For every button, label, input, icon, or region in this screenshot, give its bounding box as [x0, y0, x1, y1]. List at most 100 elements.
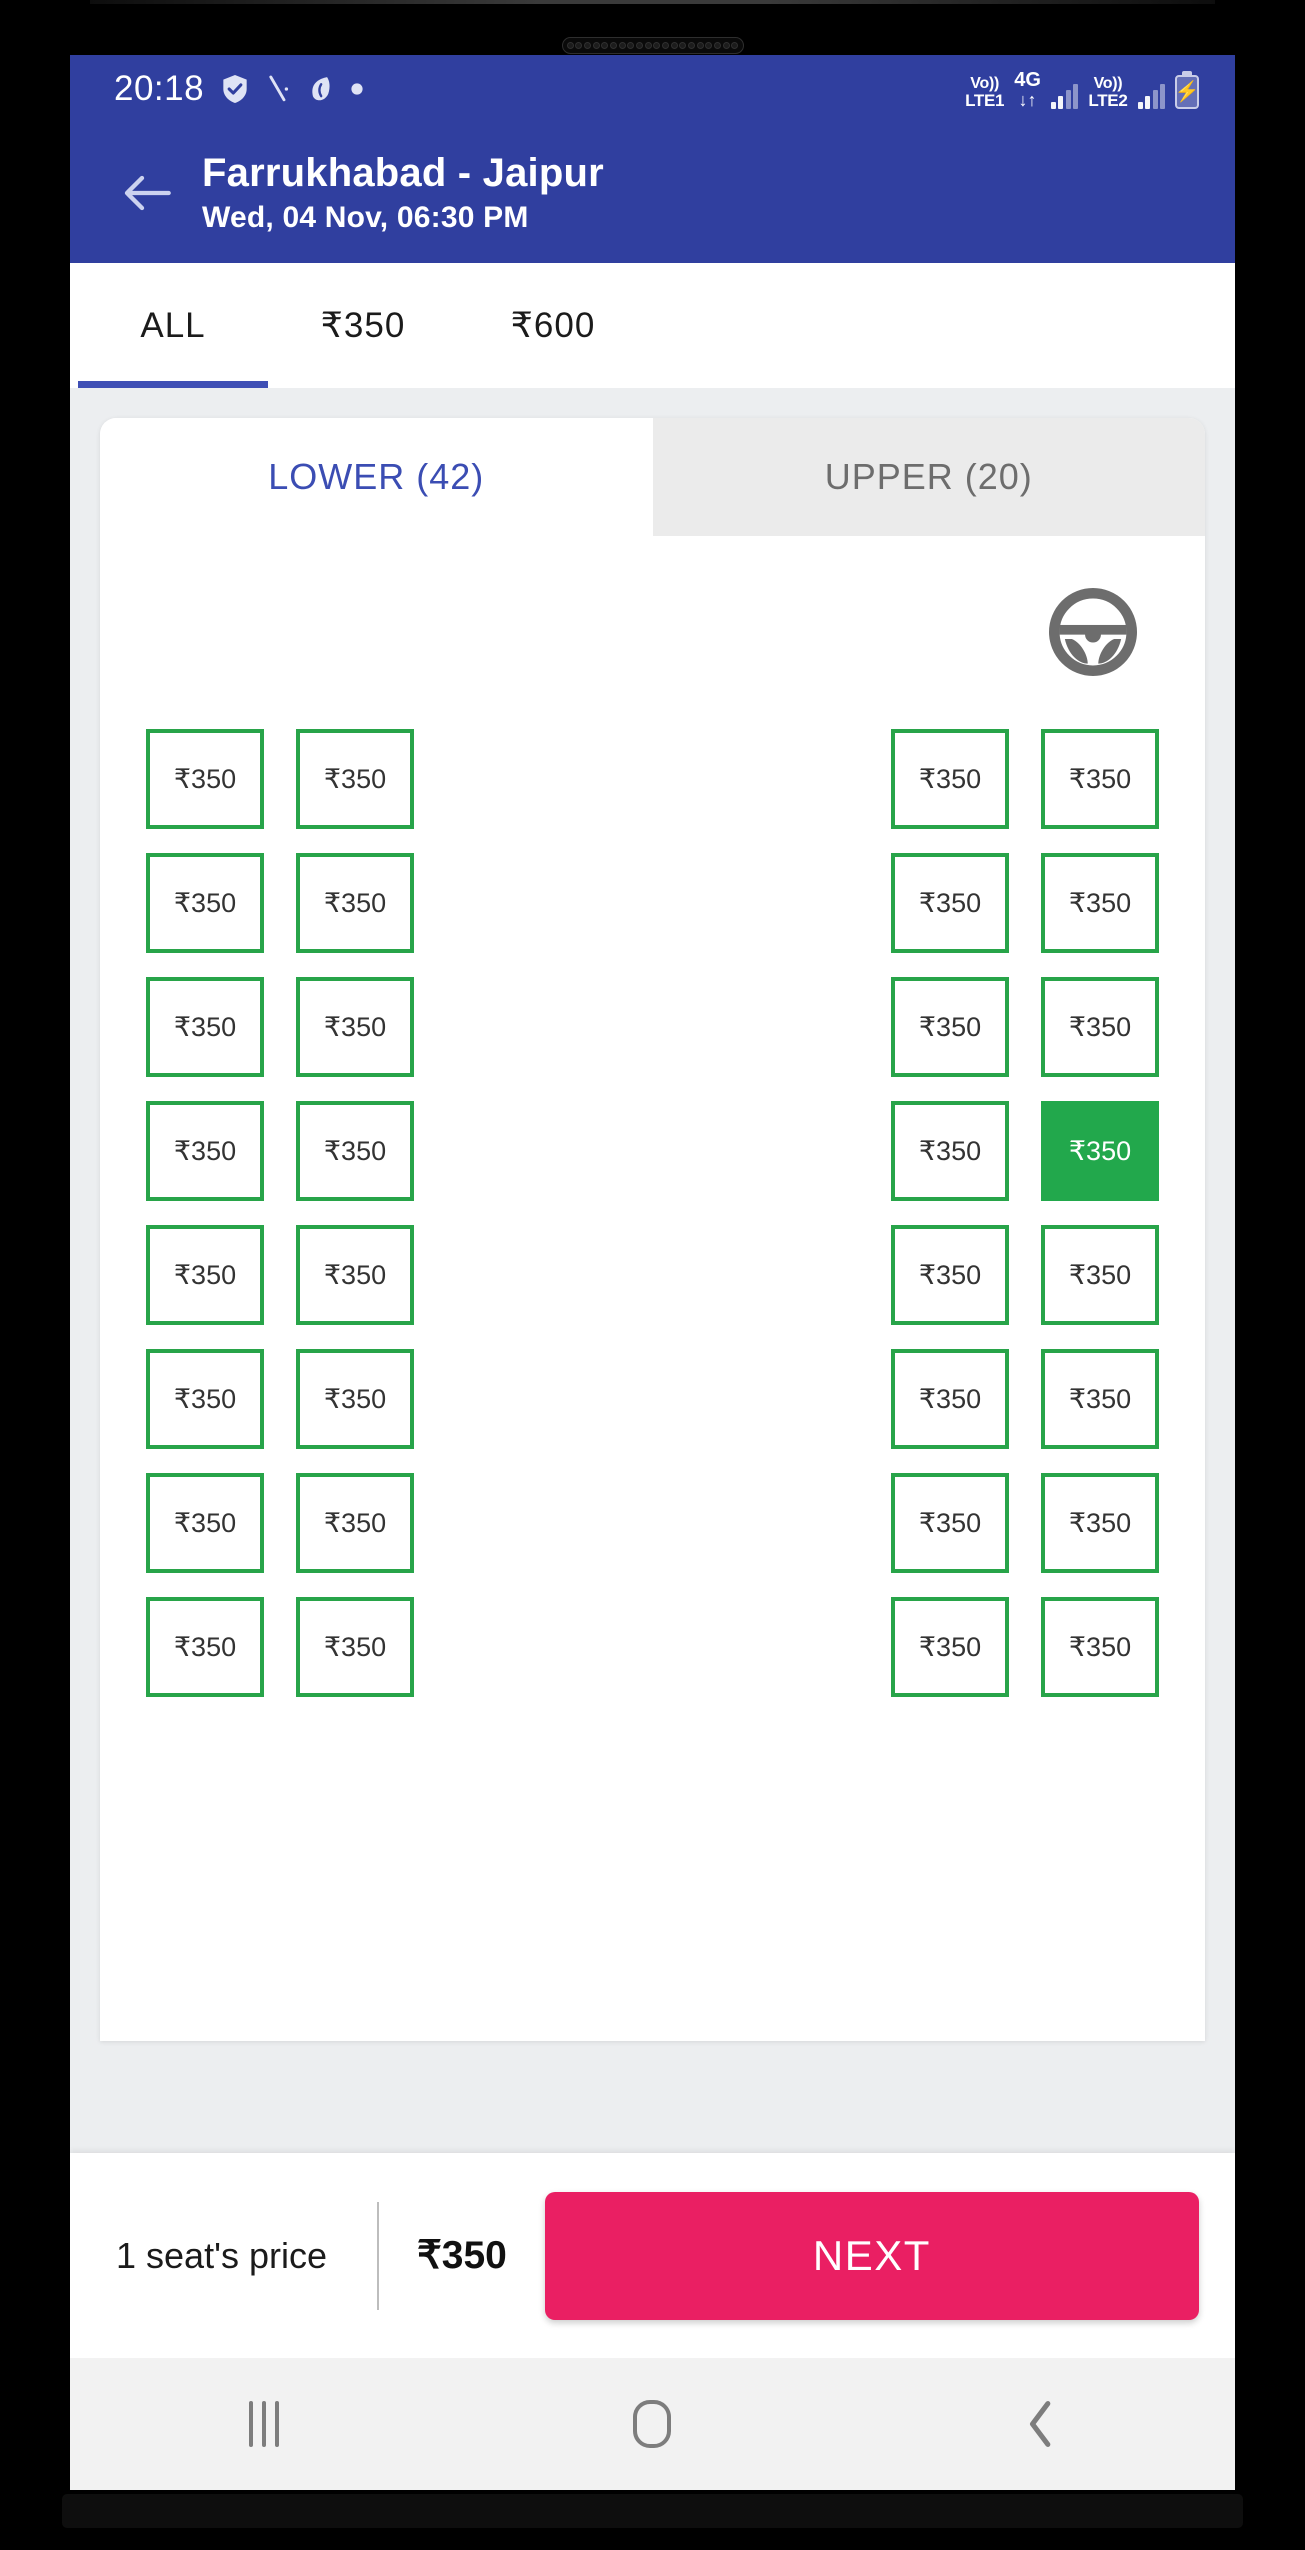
seat-column-group-right: ₹350 ₹350 — [891, 1597, 1159, 1697]
page-title: Farrukhabad - Jaipur — [202, 150, 604, 195]
status-bar-left-group: 20:18 — [114, 69, 364, 109]
seat-available[interactable]: ₹350 — [891, 977, 1009, 1077]
back-arrow-icon — [124, 175, 171, 211]
dot-icon — [351, 83, 363, 95]
deck-layout: ₹350 ₹350 ₹350 ₹350 ₹350 ₹350 ₹350 ₹350 ₹350 ₹350… — [100, 536, 1205, 2041]
seat-available[interactable]: ₹350 — [296, 729, 414, 829]
seat-available[interactable]: ₹350 — [146, 1225, 264, 1325]
back-chevron-icon — [1029, 2401, 1051, 2447]
seat-available[interactable]: ₹350 — [891, 1473, 1009, 1573]
fare-filter-tabs: ALL ₹350 ₹600 — [70, 263, 1235, 388]
seat-available[interactable]: ₹350 — [1041, 1349, 1159, 1449]
seat-available[interactable]: ₹350 — [891, 1349, 1009, 1449]
earpiece-speaker-grille — [561, 37, 744, 54]
phone-screen: 20:18 Vo)) LTE1 4G ↓↑ Vo)) LTE2 ⚡ Farruk… — [70, 55, 1235, 2490]
data-transfer-arrows-icon: ↓↑ — [1018, 89, 1037, 110]
seat-count-label: 1 seat's price — [116, 2234, 327, 2276]
seat-column-group-right: ₹350 ₹350 — [891, 977, 1159, 1077]
sim2-volte-line1: Vo)) — [1093, 74, 1123, 92]
bezel-bottom-edge — [62, 2494, 1243, 2528]
seat-column-group-right: ₹350 ₹350 — [891, 729, 1159, 829]
seat-available[interactable]: ₹350 — [891, 853, 1009, 953]
seat-available[interactable]: ₹350 — [296, 1101, 414, 1201]
seat-column-group-right: ₹350 ₹350 — [891, 1225, 1159, 1325]
next-button[interactable]: NEXT — [544, 2191, 1199, 2320]
phone-frame: 20:18 Vo)) LTE1 4G ↓↑ Vo)) LTE2 ⚡ Farruk… — [0, 0, 1305, 2550]
seat-column-group-left: ₹350 ₹350 — [146, 729, 414, 829]
leaf-app-icon — [312, 77, 330, 101]
total-price: ₹350 — [416, 2234, 507, 2277]
pen-slash-icon — [269, 75, 289, 102]
seat-available[interactable]: ₹350 — [146, 729, 264, 829]
tab-lower-deck[interactable]: LOWER (42) — [100, 418, 653, 536]
home-icon — [633, 2400, 672, 2448]
seat-column-group-left: ₹350 ₹350 — [146, 1225, 414, 1325]
nav-recents-button[interactable] — [204, 2384, 324, 2464]
seat-row: ₹350 ₹350 ₹350 ₹350 — [146, 1473, 1159, 1573]
seat-column-group-right: ₹350 ₹350 — [891, 1101, 1159, 1201]
seat-column-group-left: ₹350 ₹350 — [146, 853, 414, 953]
sim2-volte-line2: LTE2 — [1088, 90, 1128, 110]
seat-column-group-left: ₹350 ₹350 — [146, 1349, 414, 1449]
shield-check-icon — [223, 75, 247, 103]
seat-available[interactable]: ₹350 — [1041, 853, 1159, 953]
seat-available[interactable]: ₹350 — [146, 1473, 264, 1573]
nav-home-button[interactable] — [592, 2384, 712, 2464]
seat-available[interactable]: ₹350 — [1041, 1225, 1159, 1325]
seat-available[interactable]: ₹350 — [296, 977, 414, 1077]
seat-available[interactable]: ₹350 — [146, 853, 264, 953]
seat-available[interactable]: ₹350 — [296, 1225, 414, 1325]
seat-available[interactable]: ₹350 — [1041, 1473, 1159, 1573]
app-bar-titles: Farrukhabad - Jaipur Wed, 04 Nov, 06:30 … — [202, 151, 604, 236]
seat-available[interactable]: ₹350 — [1041, 977, 1159, 1077]
back-button[interactable] — [110, 156, 184, 230]
seat-available[interactable]: ₹350 — [891, 1101, 1009, 1201]
sim2-volte-indicator: Vo)) LTE2 — [1088, 74, 1128, 110]
seat-row: ₹350 ₹350 ₹350 ₹350 — [146, 1349, 1159, 1449]
sim1-volte-line2: LTE1 — [965, 90, 1005, 110]
seat-available[interactable]: ₹350 — [891, 1597, 1009, 1697]
summary-divider — [376, 2201, 379, 2310]
app-bar: Farrukhabad - Jaipur Wed, 04 Nov, 06:30 … — [70, 123, 1235, 263]
seat-available[interactable]: ₹350 — [891, 729, 1009, 829]
seat-available[interactable]: ₹350 — [146, 1597, 264, 1697]
sim1-volte-indicator: Vo)) LTE1 — [965, 75, 1005, 110]
seat-column-group-right: ₹350 ₹350 — [891, 853, 1159, 953]
seat-available[interactable]: ₹350 — [296, 853, 414, 953]
journey-datetime: Wed, 04 Nov, 06:30 PM — [202, 201, 529, 235]
seat-column-group-right: ₹350 ₹350 — [891, 1349, 1159, 1449]
fare-tab-350[interactable]: ₹350 — [268, 263, 458, 388]
battery-charging-icon: ⚡ — [1175, 74, 1199, 109]
status-bar-right-group: Vo)) LTE1 4G ↓↑ Vo)) LTE2 ⚡ — [965, 70, 1199, 109]
seat-available[interactable]: ₹350 — [891, 1225, 1009, 1325]
seat-row: ₹350 ₹350 ₹350 ₹350 — [146, 977, 1159, 1077]
steering-wheel-icon — [1049, 588, 1137, 676]
seat-column-group-right: ₹350 ₹350 — [891, 1473, 1159, 1573]
seat-selected[interactable]: ₹350 — [1041, 1101, 1159, 1201]
fare-tab-600[interactable]: ₹600 — [458, 263, 648, 388]
fare-tab-all[interactable]: ALL — [78, 263, 268, 388]
recents-icon — [249, 2401, 280, 2447]
seat-row: ₹350 ₹350 ₹350 ₹350 — [146, 729, 1159, 829]
bezel-top-edge — [90, 0, 1215, 4]
seat-column-group-left: ₹350 ₹350 — [146, 977, 414, 1077]
network-type-indicator: 4G ↓↑ — [1014, 70, 1041, 109]
seat-grid: ₹350 ₹350 ₹350 ₹350 ₹350 ₹350 ₹350 ₹350 ₹350 ₹350… — [100, 729, 1205, 1697]
deck-tabs: LOWER (42) UPPER (20) — [100, 418, 1205, 536]
seat-available[interactable]: ₹350 — [146, 977, 264, 1077]
seat-available[interactable]: ₹350 — [296, 1597, 414, 1697]
sim1-signal-bars-icon — [1050, 83, 1079, 109]
seat-column-group-left: ₹350 ₹350 — [146, 1597, 414, 1697]
seat-column-group-left: ₹350 ₹350 — [146, 1473, 414, 1573]
status-clock: 20:18 — [114, 69, 205, 108]
seat-available[interactable]: ₹350 — [1041, 729, 1159, 829]
seat-available[interactable]: ₹350 — [296, 1473, 414, 1573]
nav-back-button[interactable] — [981, 2384, 1101, 2464]
seat-available[interactable]: ₹350 — [296, 1349, 414, 1449]
seat-available[interactable]: ₹350 — [1041, 1597, 1159, 1697]
sim2-signal-bars-icon — [1137, 83, 1165, 109]
seat-available[interactable]: ₹350 — [146, 1349, 264, 1449]
tab-upper-deck[interactable]: UPPER (20) — [652, 418, 1205, 536]
seat-row: ₹350 ₹350 ₹350 ₹350 — [146, 853, 1159, 953]
seat-available[interactable]: ₹350 — [146, 1101, 264, 1201]
